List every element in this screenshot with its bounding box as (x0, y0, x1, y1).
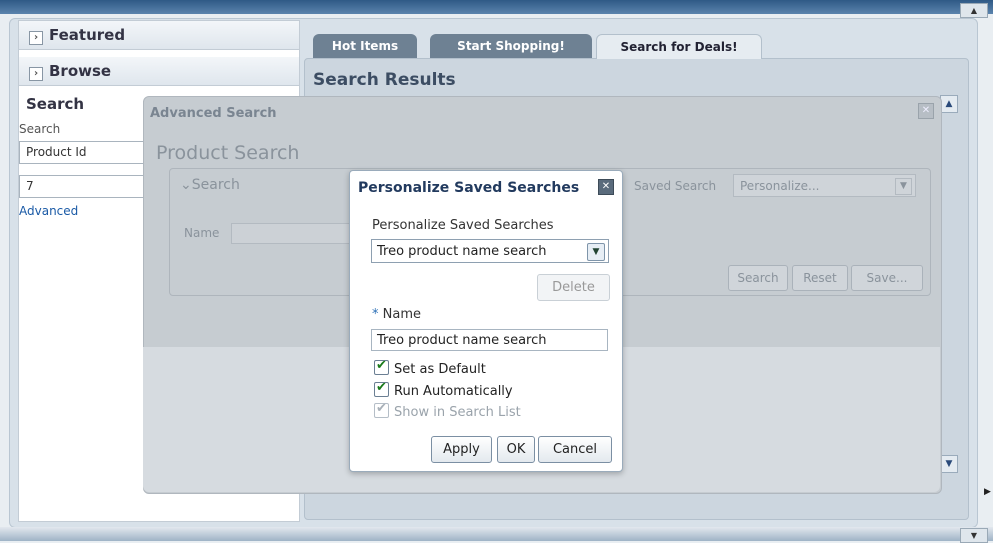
accordion-featured[interactable]: › Featured (19, 21, 299, 50)
delete-button[interactable]: Delete (537, 274, 610, 301)
accordion-browse-label: Browse (49, 62, 112, 80)
saved-search-list-select[interactable]: Treo product name search ▼ (371, 239, 609, 263)
apply-button[interactable]: Apply (431, 436, 492, 463)
tab-search-for-deals[interactable]: Search for Deals! (596, 34, 762, 59)
window-title-bar (0, 0, 993, 14)
show-in-search-list-label: Show in Search List (394, 405, 521, 420)
set-as-default-checkbox[interactable]: ✔ Set as Default (374, 358, 486, 378)
chevron-down-icon: ▼ (895, 178, 912, 195)
window-scroll-up-button[interactable]: ▲ (960, 3, 988, 18)
scroll-right-arrow-icon[interactable]: ▶ (984, 487, 991, 497)
results-scroll-down-button[interactable]: ▼ (940, 455, 958, 473)
search-results-title: Search Results (313, 70, 456, 90)
checkbox-box[interactable]: ✔ (374, 358, 389, 375)
search-criteria-toggle[interactable]: ⌄Search (180, 177, 240, 193)
accordion-featured-label: Featured (49, 26, 126, 44)
chevron-right-icon: › (29, 67, 43, 81)
save-button[interactable]: Save... (851, 265, 923, 291)
search-criteria-toggle-label: Search (191, 177, 240, 193)
product-search-title: Product Search (156, 142, 300, 164)
name-criteria-input[interactable] (231, 223, 353, 244)
reset-button[interactable]: Reset (792, 265, 848, 291)
ok-button[interactable]: OK (497, 436, 535, 463)
checkmark-icon: ✔ (376, 380, 387, 395)
personalize-select-label: Personalize Saved Searches (372, 218, 554, 233)
close-icon[interactable]: ✕ (918, 103, 934, 119)
saved-search-value: Personalize... (740, 179, 820, 193)
advanced-search-link[interactable]: Advanced (19, 204, 78, 218)
checkbox-box[interactable]: ✔ (374, 380, 389, 397)
search-section-header[interactable]: Search (26, 95, 84, 113)
saved-search-label: Saved Search (634, 179, 717, 193)
search-field-selector[interactable]: Product Id (19, 141, 157, 164)
tab-start-shopping[interactable]: Start Shopping! (430, 34, 592, 58)
search-label: Search (19, 122, 61, 136)
accordion-browse[interactable]: › Browse (19, 57, 299, 86)
chevron-down-icon: ⌄ (180, 177, 192, 193)
checkmark-icon: ✔ (376, 358, 387, 373)
window-bottom-bar (0, 527, 993, 541)
saved-search-select[interactable]: Personalize... ▼ (733, 174, 916, 197)
results-scroll-up-button[interactable]: ▲ (940, 95, 958, 113)
required-indicator: * (372, 307, 379, 322)
checkbox-box: ✔ (374, 401, 389, 418)
close-icon[interactable]: ✕ (598, 179, 614, 195)
name-criteria-label: Name (184, 226, 220, 240)
search-button[interactable]: Search (728, 265, 788, 291)
advanced-search-title: Advanced Search (150, 106, 277, 121)
run-automatically-checkbox[interactable]: ✔ Run Automatically (374, 380, 513, 400)
chevron-right-icon: › (29, 31, 43, 45)
run-automatically-label: Run Automatically (394, 384, 513, 399)
name-field-label: * Name (372, 307, 421, 322)
chevron-down-icon: ▼ (587, 243, 605, 261)
set-as-default-label: Set as Default (394, 362, 486, 377)
saved-search-name-input[interactable]: Treo product name search (371, 329, 608, 351)
checkmark-icon: ✔ (376, 401, 387, 416)
show-in-search-list-checkbox: ✔ Show in Search List (374, 401, 521, 421)
tab-hot-items[interactable]: Hot Items (313, 34, 417, 58)
name-label-text: Name (382, 307, 421, 322)
cancel-button[interactable]: Cancel (538, 436, 612, 463)
saved-search-list-value: Treo product name search (377, 244, 547, 259)
personalize-dialog-title: Personalize Saved Searches (358, 180, 580, 196)
search-value-input[interactable]: 7 (19, 175, 157, 198)
